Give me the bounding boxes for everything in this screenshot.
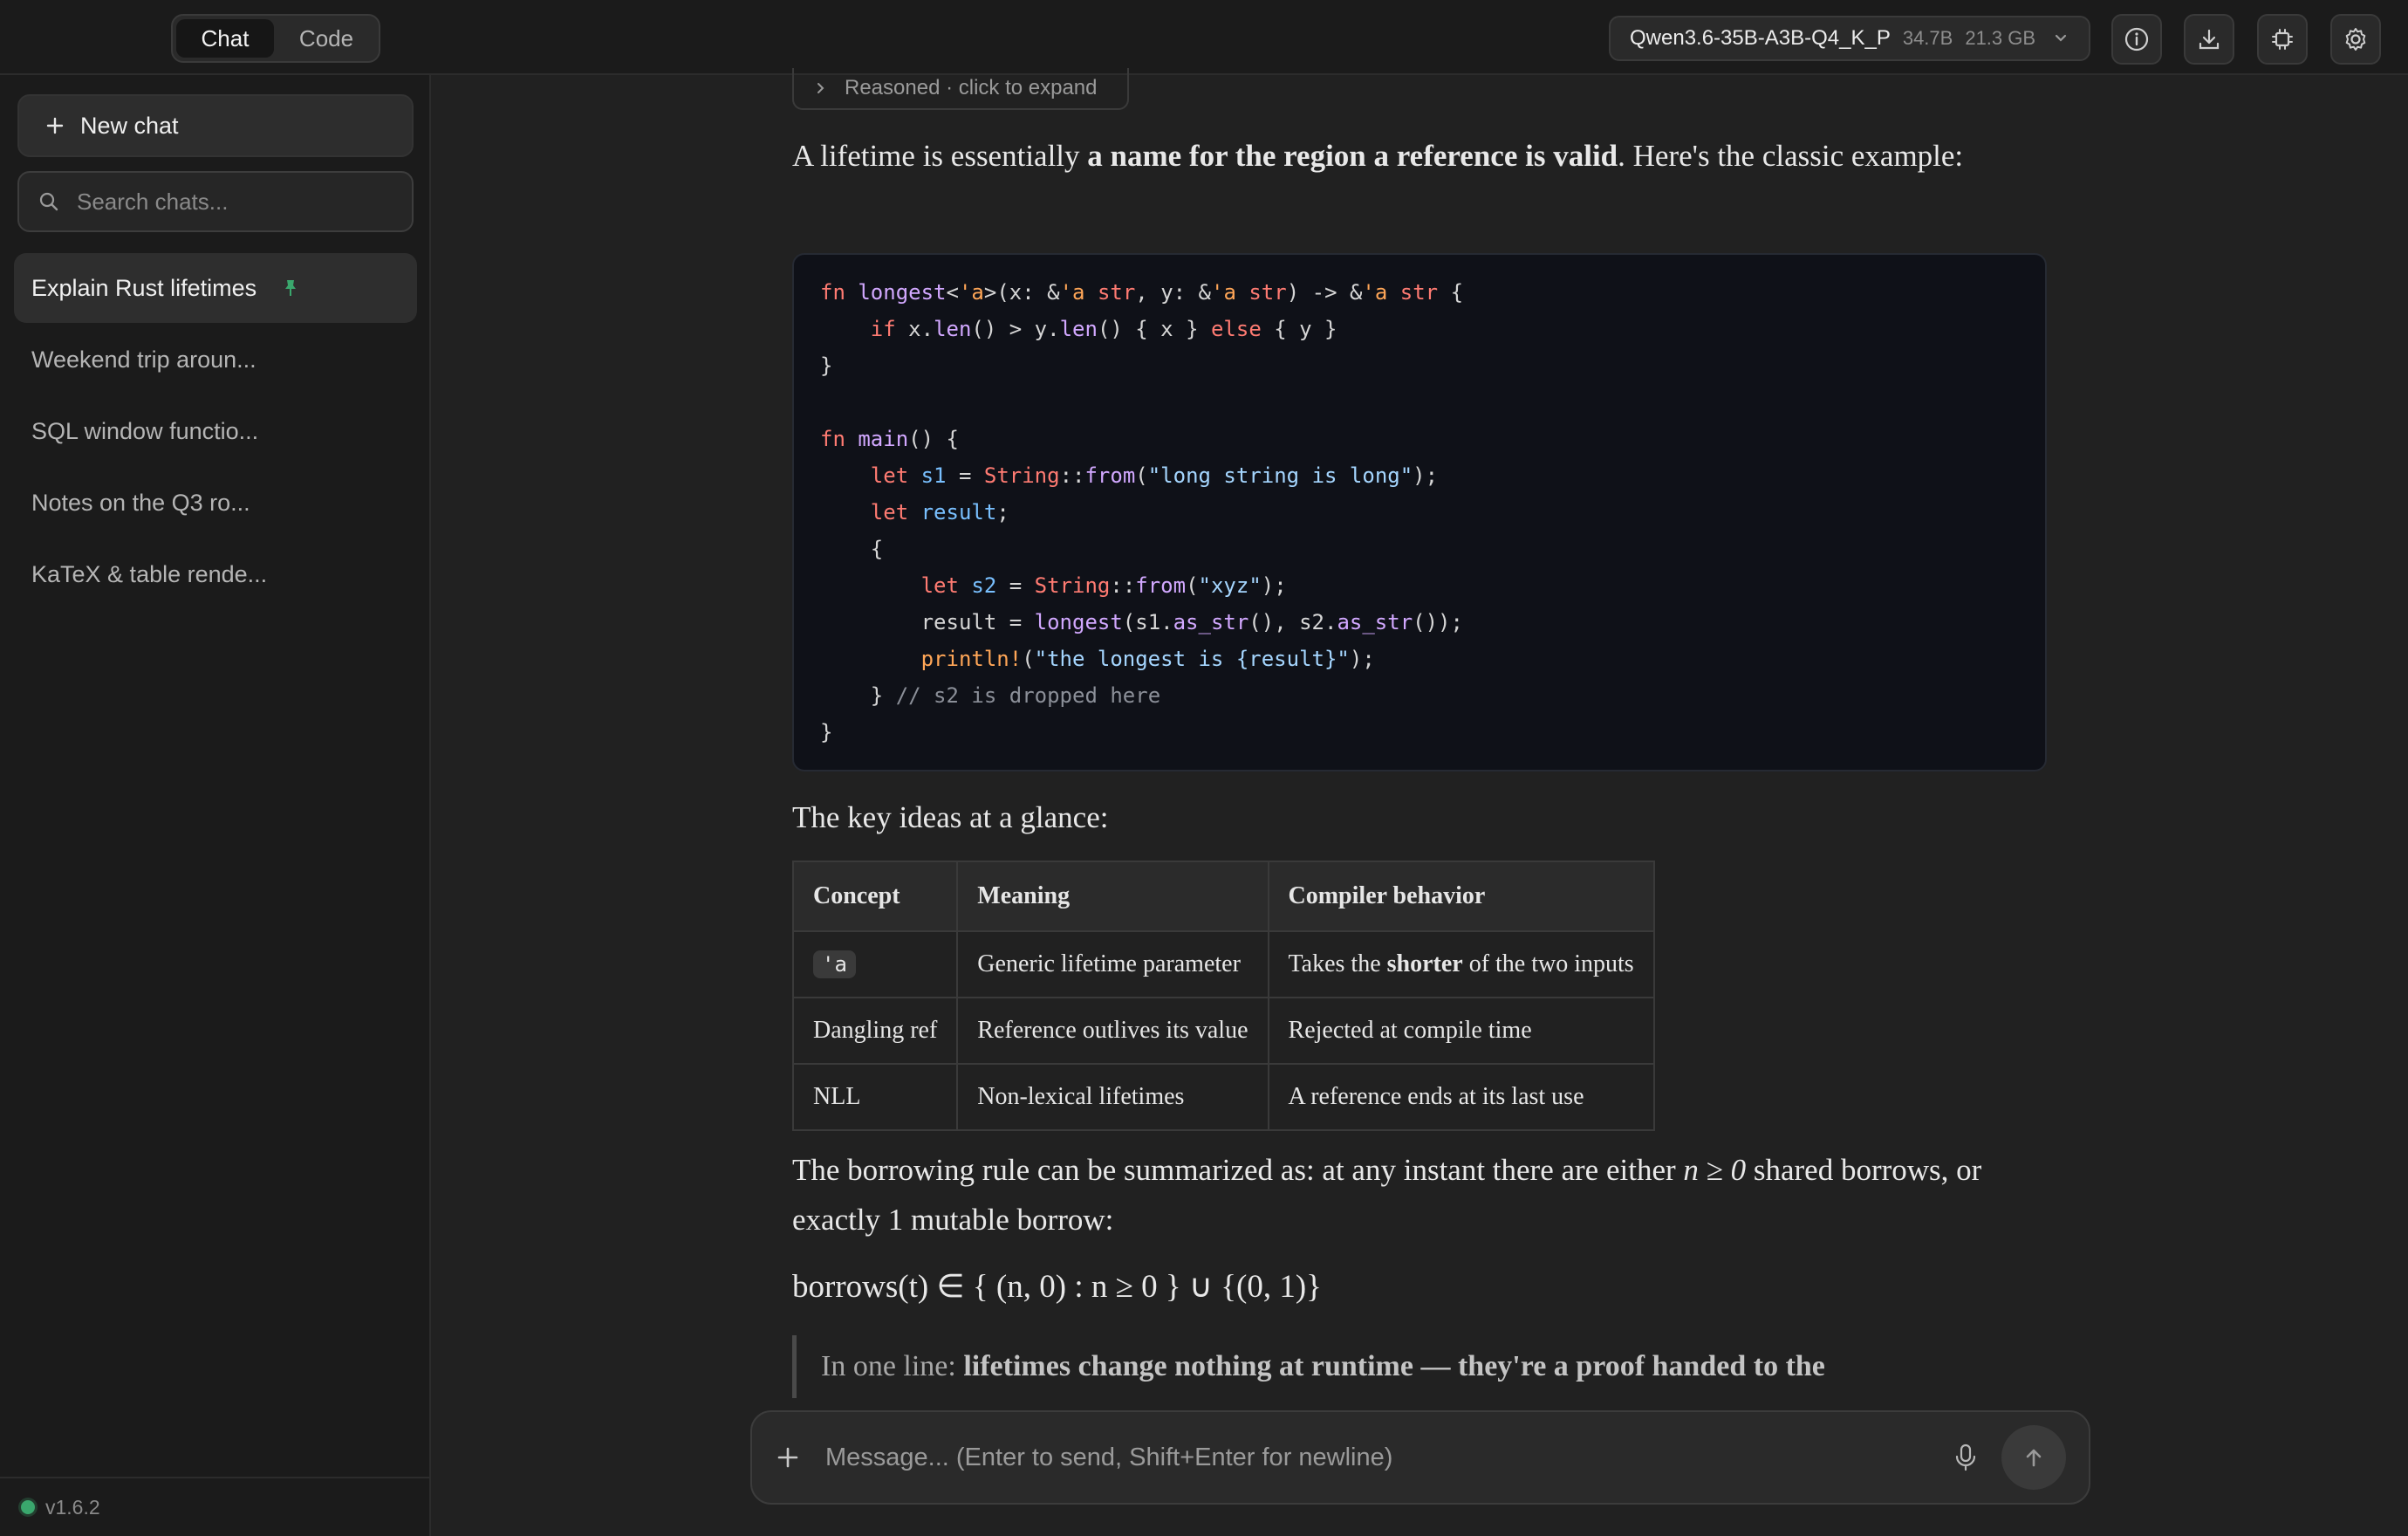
gear-icon bbox=[2345, 28, 2366, 51]
message-composer bbox=[750, 1410, 2090, 1505]
table-cell: 'a bbox=[791, 930, 959, 998]
new-chat-label: New chat bbox=[80, 112, 179, 139]
chat-item-katex[interactable]: KaTeX & table rende... bbox=[14, 539, 417, 609]
chat-title: Explain Rust lifetimes bbox=[31, 274, 257, 301]
version-footer: v1.6.2 bbox=[0, 1477, 429, 1536]
download-icon bbox=[2199, 29, 2220, 50]
chat-title: Notes on the Q3 ro... bbox=[31, 489, 250, 516]
inline-code: 'a bbox=[813, 950, 856, 978]
table-header: Concept bbox=[791, 861, 959, 932]
chat-item-weekend-trip[interactable]: Weekend trip aroun... bbox=[14, 325, 417, 394]
attach-plus-icon[interactable] bbox=[775, 1444, 801, 1471]
send-button[interactable] bbox=[2001, 1425, 2066, 1490]
microphone-icon[interactable] bbox=[1953, 1443, 1979, 1472]
model-name: Qwen3.6-35B-A3B-Q4_K_P bbox=[1630, 26, 1891, 50]
model-params: 34.7B bbox=[1902, 27, 1953, 49]
pin-icon bbox=[285, 280, 297, 296]
borrowing-rule-paragraph: The borrowing rule can be summarized as:… bbox=[792, 1153, 1982, 1237]
search-input[interactable] bbox=[75, 187, 393, 216]
table-cell: Dangling ref bbox=[791, 997, 959, 1065]
table-cell: Non-lexical lifetimes bbox=[956, 1063, 1269, 1131]
top-bar: Chat Code Qwen3.6-35B-A3B-Q4_K_P 34.7B 2… bbox=[0, 0, 2408, 75]
chat-item-sql-window[interactable]: SQL window functio... bbox=[14, 396, 417, 466]
info-icon bbox=[2124, 27, 2149, 51]
new-chat-button[interactable]: New chat bbox=[17, 94, 414, 157]
chat-item-q3-notes[interactable]: Notes on the Q3 ro... bbox=[14, 468, 417, 538]
table-cell: Generic lifetime parameter bbox=[956, 930, 1269, 998]
code-block: fn longest<'a>(x: &'a str, y: &'a str) -… bbox=[792, 253, 2047, 771]
table-row: NLL Non-lexical lifetimes A reference en… bbox=[791, 1063, 1655, 1131]
table-cell: A reference ends at its last use bbox=[1267, 1063, 1655, 1131]
table-row: 'a Generic lifetime parameter Takes the … bbox=[791, 930, 1655, 998]
inline-math: n ≥ 0 bbox=[1683, 1153, 1747, 1187]
chat-item-rust-lifetimes[interactable]: Explain Rust lifetimes bbox=[14, 253, 417, 323]
tab-code[interactable]: Code bbox=[277, 19, 375, 58]
table-cell: NLL bbox=[791, 1063, 959, 1131]
intro-paragraph: A lifetime is essentially a name for the… bbox=[792, 139, 1964, 173]
display-math: borrows(t) ∈ { (n, 0) : n ≥ 0 } ∪ {(0, 1… bbox=[792, 1269, 1322, 1305]
info-button[interactable] bbox=[2111, 14, 2162, 65]
model-size: 21.3 GB bbox=[1965, 27, 2036, 49]
message-input[interactable] bbox=[824, 1442, 1930, 1473]
download-button[interactable] bbox=[2184, 14, 2234, 65]
version-label: v1.6.2 bbox=[45, 1495, 100, 1519]
reasoning-label: Reasoned · click to expand bbox=[845, 76, 1098, 99]
mode-switch: Chat Code bbox=[171, 14, 380, 63]
table-header-row: Concept Meaning Compiler behavior bbox=[791, 861, 1655, 932]
arrow-up-icon bbox=[2026, 1449, 2042, 1467]
hardware-button[interactable] bbox=[2257, 14, 2308, 65]
chevron-down-icon bbox=[2055, 34, 2067, 42]
table-cell: Rejected at compile time bbox=[1267, 997, 1655, 1065]
chat-title: Weekend trip aroun... bbox=[31, 346, 257, 373]
chat-list: Explain Rust lifetimes Weekend trip arou… bbox=[14, 253, 417, 611]
chat-title: KaTeX & table rende... bbox=[31, 560, 268, 587]
key-ideas-heading: The key ideas at a glance: bbox=[792, 800, 1109, 834]
plus-icon bbox=[46, 117, 64, 134]
chevron-right-icon bbox=[817, 83, 824, 93]
search-icon bbox=[39, 192, 58, 211]
status-dot bbox=[21, 1500, 35, 1514]
table-cell: Reference outlives its value bbox=[956, 997, 1269, 1065]
settings-button[interactable] bbox=[2330, 14, 2381, 65]
concepts-table: Concept Meaning Compiler behavior 'a Gen… bbox=[791, 861, 1655, 1131]
tab-chat[interactable]: Chat bbox=[176, 19, 274, 58]
reasoning-toggle[interactable]: Reasoned · click to expand bbox=[792, 68, 1129, 110]
table-header: Meaning bbox=[956, 861, 1269, 932]
sidebar: New chat Explain Rust lifetimes Weekend … bbox=[0, 75, 431, 1536]
blockquote: In one line: lifetimes change nothing at… bbox=[792, 1335, 1825, 1398]
chat-search[interactable] bbox=[17, 171, 414, 232]
table-header: Compiler behavior bbox=[1267, 861, 1655, 932]
table-cell: Takes the shorter of the two inputs bbox=[1267, 930, 1655, 998]
model-selector[interactable]: Qwen3.6-35B-A3B-Q4_K_P 34.7B 21.3 GB bbox=[1609, 16, 2090, 61]
chat-title: SQL window functio... bbox=[31, 417, 259, 444]
table-row: Dangling ref Reference outlives its valu… bbox=[791, 997, 1655, 1065]
cpu-icon bbox=[2272, 29, 2293, 50]
